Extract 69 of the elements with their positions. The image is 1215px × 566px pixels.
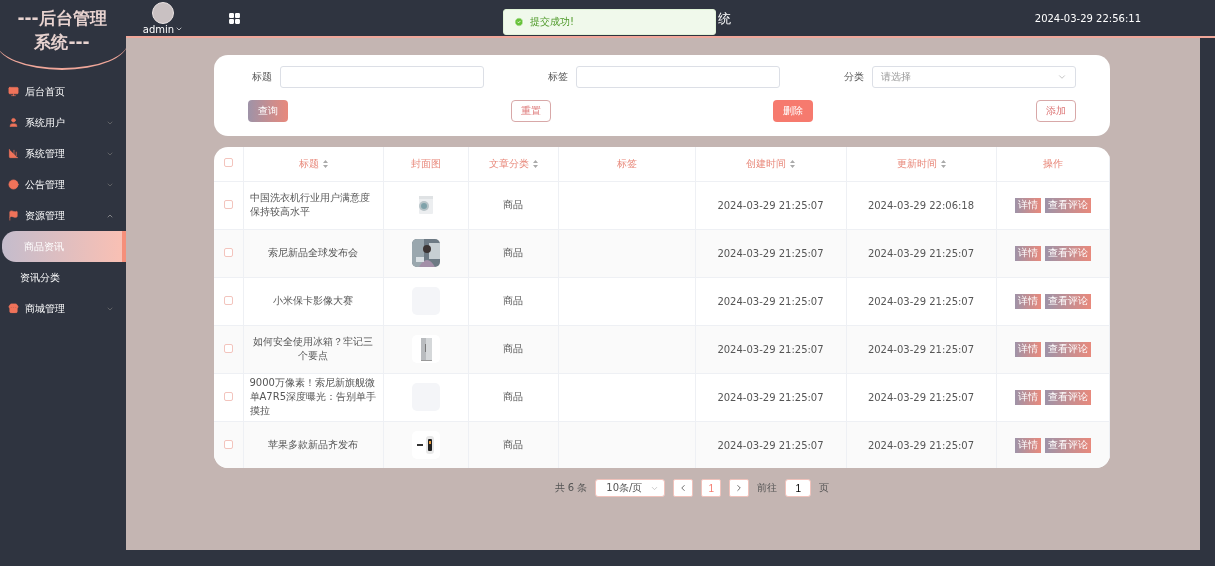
header-title: 统 bbox=[718, 10, 731, 28]
row-action-button[interactable]: 查看评论 bbox=[1044, 437, 1091, 453]
table-cell: 商品 bbox=[468, 181, 558, 229]
total-count: 共 6 条 bbox=[554, 481, 588, 495]
table-cell-text: 索尼新品全球发布会 bbox=[267, 246, 359, 260]
row-action-button[interactable]: 详情 bbox=[1014, 293, 1041, 309]
page-size-select[interactable]: 10条/页 bbox=[595, 479, 666, 497]
table-cell: 商品 bbox=[468, 277, 558, 325]
sidebar-item[interactable]: 系统用户 bbox=[0, 107, 126, 138]
table-cell: 2024-03-29 21:25:07 bbox=[695, 181, 846, 229]
column-header: 创建时间 bbox=[695, 147, 846, 181]
table-cell: 商品 bbox=[468, 325, 558, 373]
table-cell: 2024-03-29 21:25:07 bbox=[846, 421, 996, 468]
column-header: 操作 bbox=[996, 147, 1110, 181]
table-cell-text: 苹果多款新品齐发布 bbox=[267, 438, 359, 452]
sidebar-item[interactable]: 资讯分类 bbox=[0, 262, 126, 293]
table-cell: 2024-03-29 22:06:18 bbox=[846, 181, 996, 229]
row-action-button[interactable]: 详情 bbox=[1014, 437, 1041, 453]
row-action-button[interactable]: 详情 bbox=[1014, 341, 1041, 357]
column-header: 封面图 bbox=[383, 147, 468, 181]
table-cell: 2024-03-29 21:25:07 bbox=[695, 229, 846, 277]
toast-message: 提交成功! bbox=[530, 15, 574, 29]
row-action-button[interactable]: 查看评论 bbox=[1044, 341, 1091, 357]
row-action-button[interactable]: 查看评论 bbox=[1044, 197, 1091, 213]
table-cell: 2024-03-29 21:25:07 bbox=[846, 325, 996, 373]
action-button[interactable]: 删除 bbox=[773, 100, 814, 122]
table-cell: 商品 bbox=[468, 373, 558, 421]
table-cell: 2024-03-29 21:25:07 bbox=[695, 421, 846, 468]
column-header: 标题 bbox=[243, 147, 383, 181]
sidebar-item[interactable]: 公告管理 bbox=[0, 169, 126, 200]
field-label: 标签 bbox=[547, 70, 568, 84]
table-cell: 商品 bbox=[468, 229, 558, 277]
table-cell: 2024-03-29 21:25:07 bbox=[695, 373, 846, 421]
table-cell: 2024-03-29 21:25:07 bbox=[695, 277, 846, 325]
sidebar-item[interactable]: 系统管理 bbox=[0, 138, 126, 169]
action-button[interactable]: 添加 bbox=[1035, 100, 1076, 122]
column-header: 标签 bbox=[558, 147, 695, 181]
row-action-button[interactable]: 详情 bbox=[1014, 197, 1041, 213]
table-cell: 商品 bbox=[468, 421, 558, 468]
action-button[interactable]: 查询 bbox=[248, 100, 288, 122]
column-header: 文章分类 bbox=[468, 147, 558, 181]
row-action-button[interactable]: 详情 bbox=[1014, 245, 1041, 261]
row-action-button[interactable]: 查看评论 bbox=[1044, 293, 1091, 309]
sidebar-item[interactable]: 资源管理 bbox=[0, 200, 126, 231]
table-cell: 2024-03-29 21:25:07 bbox=[695, 325, 846, 373]
table-cell-text: 小米保卡影像大赛 bbox=[272, 294, 354, 308]
field-label: 分类 bbox=[843, 70, 864, 84]
page-input[interactable]: 1 bbox=[785, 479, 812, 497]
datetime: 2024-03-29 22:56:11 bbox=[1034, 12, 1141, 24]
user-menu[interactable]: admin bbox=[142, 23, 184, 35]
column-header: 更新时间 bbox=[846, 147, 996, 181]
logo-title: ---后台管理系统--- bbox=[16, 7, 108, 54]
action-button[interactable]: 重置 bbox=[510, 100, 551, 122]
page-button[interactable]: 1 bbox=[701, 479, 722, 497]
table-cell-text: 中国洗衣机行业用户满意度保持较高水平 bbox=[249, 191, 371, 219]
row-action-button[interactable]: 查看评论 bbox=[1044, 245, 1091, 261]
page-suffix: 页 bbox=[819, 481, 830, 495]
table-cell: 2024-03-29 21:25:07 bbox=[846, 229, 996, 277]
table-cell: 2024-03-29 21:25:07 bbox=[846, 373, 996, 421]
table-cell: 9000万像素！索尼新旗舰微单A7R5深度曝光：告别单手摸拉 bbox=[249, 376, 377, 418]
table-cell-text: 如何安全使用冰箱？牢记三个要点 bbox=[252, 335, 374, 363]
row-action-button[interactable]: 查看评论 bbox=[1044, 389, 1091, 405]
table-cell: 2024-03-29 21:25:07 bbox=[846, 277, 996, 325]
select-field[interactable]: 请选择 bbox=[872, 66, 1076, 88]
sidebar-item[interactable]: 商城管理 bbox=[0, 293, 126, 324]
sidebar-item[interactable]: 后台首页 bbox=[0, 76, 126, 107]
field-label: 标题 bbox=[251, 70, 272, 84]
goto-label: 前往 bbox=[757, 481, 778, 495]
row-action-button[interactable]: 详情 bbox=[1014, 389, 1041, 405]
